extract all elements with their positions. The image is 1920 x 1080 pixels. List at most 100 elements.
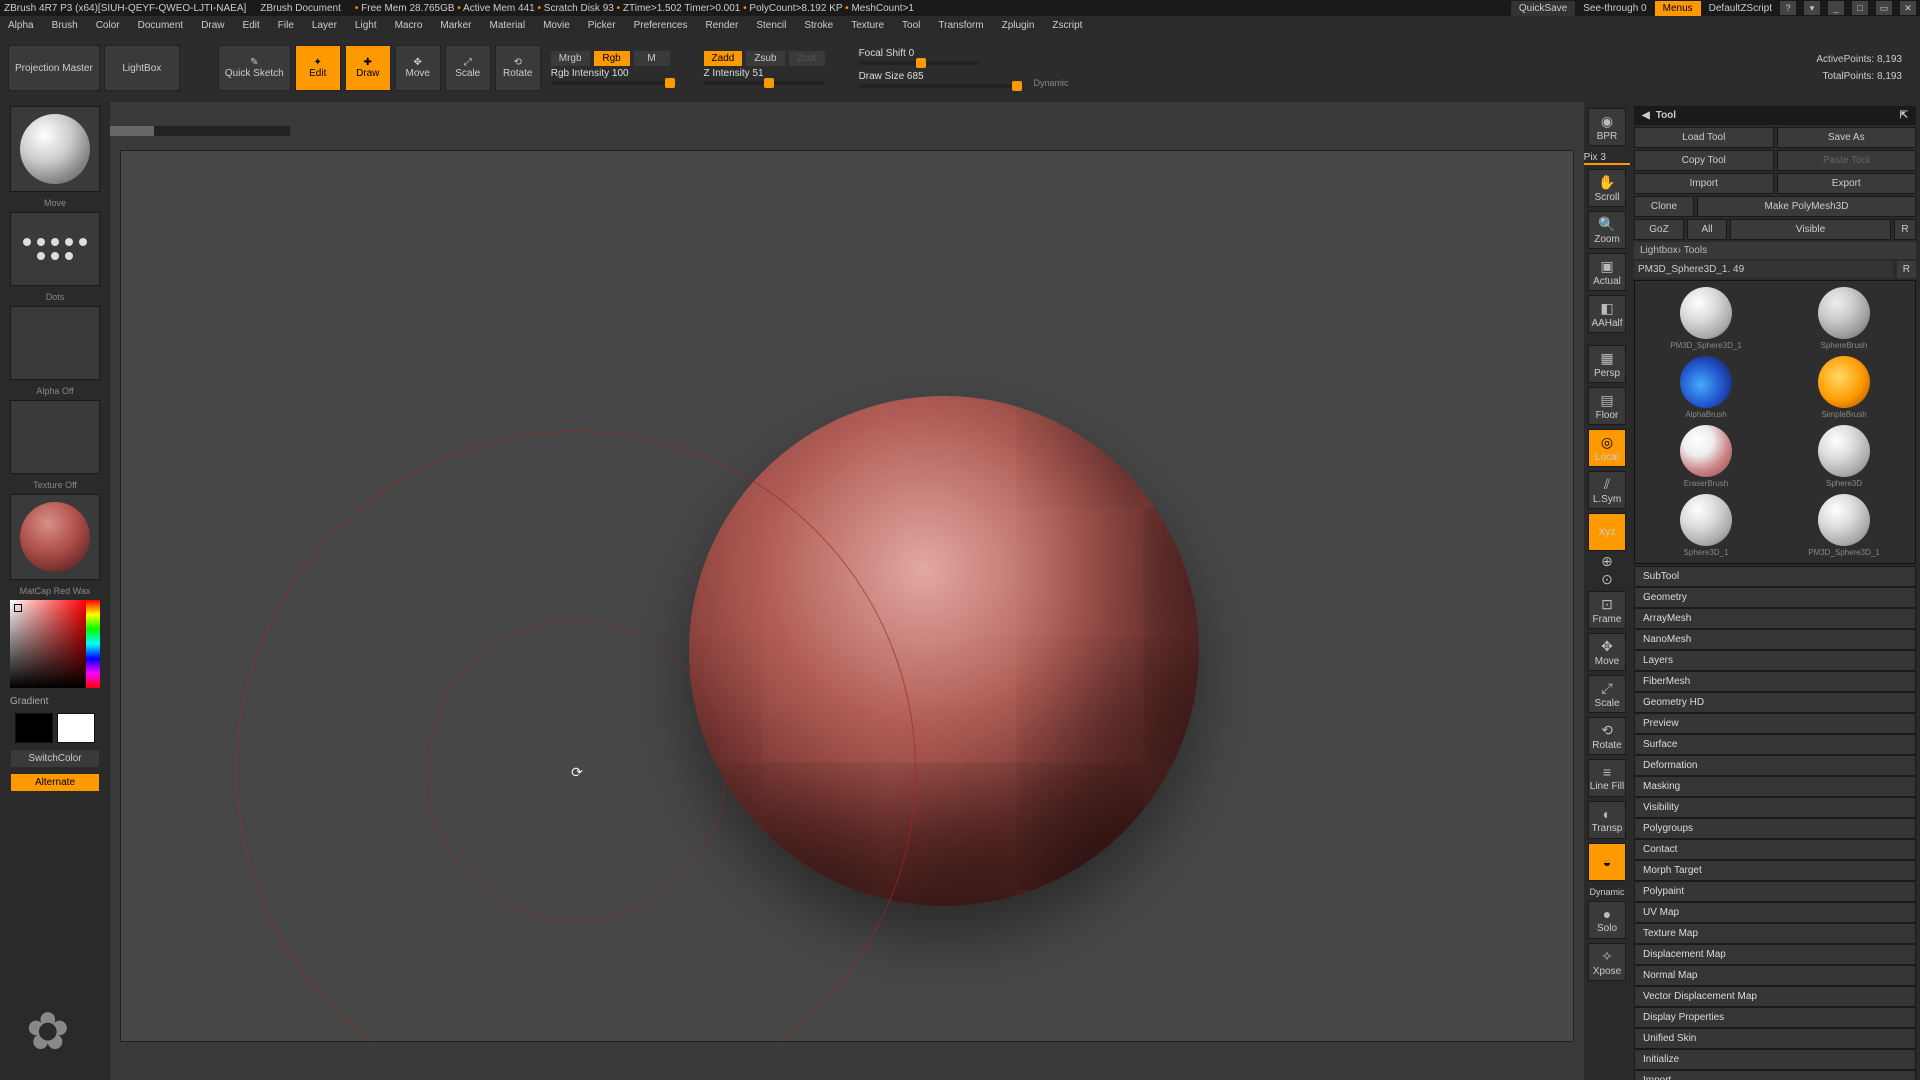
zoom-button[interactable]: 🔍Zoom	[1588, 211, 1626, 249]
menu-zplugin[interactable]: Zplugin	[1002, 20, 1035, 31]
goz-all-button[interactable]: All	[1687, 219, 1727, 240]
copy-tool-button[interactable]: Copy Tool	[1634, 150, 1774, 171]
zadd-toggle[interactable]: Zadd	[704, 51, 743, 66]
nav-move-button[interactable]: ✥Move	[1588, 633, 1626, 671]
section-initialize[interactable]: Initialize	[1634, 1049, 1916, 1070]
lightbox-tools-link[interactable]: Lightbox› Tools	[1634, 242, 1916, 259]
zsub-toggle[interactable]: Zsub	[746, 51, 784, 66]
menu-brush[interactable]: Brush	[52, 20, 78, 31]
ghost-button[interactable]: ◒	[1588, 843, 1626, 881]
focal-shift-slider[interactable]	[859, 61, 979, 65]
save-as-button[interactable]: Save As	[1777, 127, 1917, 148]
section-layers[interactable]: Layers	[1634, 650, 1916, 671]
section-normal-map[interactable]: Normal Map	[1634, 965, 1916, 986]
dock-icon[interactable]: ⇱	[1900, 110, 1908, 121]
section-geometry-hd[interactable]: Geometry HD	[1634, 692, 1916, 713]
local-button[interactable]: ◎Local	[1588, 429, 1626, 467]
back-arrow-icon[interactable]: ◀	[1642, 110, 1650, 121]
section-displacement-map[interactable]: Displacement Map	[1634, 944, 1916, 965]
scale-mode-button[interactable]: ⤢Scale	[445, 45, 491, 91]
draw-size-label[interactable]: Draw Size 685	[859, 71, 1019, 82]
section-polygroups[interactable]: Polygroups	[1634, 818, 1916, 839]
section-nanomesh[interactable]: NanoMesh	[1634, 629, 1916, 650]
menu-color[interactable]: Color	[96, 20, 120, 31]
menu-render[interactable]: Render	[706, 20, 739, 31]
export-button[interactable]: Export	[1777, 173, 1917, 194]
draw-mode-button[interactable]: ✚Draw	[345, 45, 391, 91]
menu-marker[interactable]: Marker	[440, 20, 471, 31]
goz-visible-button[interactable]: Visible	[1730, 219, 1891, 240]
sv-cursor[interactable]	[14, 604, 22, 612]
bpr-button[interactable]: ◉BPR	[1588, 108, 1626, 146]
menu-file[interactable]: File	[278, 20, 294, 31]
section-display-properties[interactable]: Display Properties	[1634, 1007, 1916, 1028]
document-viewport[interactable]	[120, 150, 1574, 1042]
material-selector[interactable]	[10, 494, 100, 580]
menu-zscript[interactable]: Zscript	[1052, 20, 1082, 31]
xyz-button[interactable]: Xyz	[1588, 513, 1626, 551]
menu-tool[interactable]: Tool	[902, 20, 920, 31]
section-texture-map[interactable]: Texture Map	[1634, 923, 1916, 944]
goz-r-button[interactable]: R	[1894, 219, 1916, 240]
color-picker[interactable]	[10, 600, 100, 688]
section-visibility[interactable]: Visibility	[1634, 797, 1916, 818]
linefill-button[interactable]: ≡Line Fill	[1588, 759, 1626, 797]
menu-macro[interactable]: Macro	[395, 20, 423, 31]
tool-item[interactable]: Sphere3D	[1779, 425, 1909, 488]
close-icon[interactable]: ✕	[1900, 1, 1916, 15]
aahalf-button[interactable]: ◧AAHalf	[1588, 295, 1626, 333]
xpose-button[interactable]: ✧Xpose	[1588, 943, 1626, 981]
section-morph-target[interactable]: Morph Target	[1634, 860, 1916, 881]
tool-item[interactable]: AlphaBrush	[1641, 356, 1771, 419]
section-polypaint[interactable]: Polypaint	[1634, 881, 1916, 902]
tool-item[interactable]: Sphere3D_1	[1641, 494, 1771, 557]
import-button[interactable]: Import	[1634, 173, 1774, 194]
menu-edit[interactable]: Edit	[243, 20, 260, 31]
section-fibermesh[interactable]: FiberMesh	[1634, 671, 1916, 692]
tool-panel-header[interactable]: ◀Tool⇱	[1634, 106, 1916, 125]
section-deformation[interactable]: Deformation	[1634, 755, 1916, 776]
min-icon[interactable]: _	[1828, 1, 1844, 15]
current-tool-name[interactable]: PM3D_Sphere3D_1. 49	[1634, 261, 1893, 278]
move-mode-button[interactable]: ✥Move	[395, 45, 441, 91]
secondary-color-swatch[interactable]	[15, 713, 53, 743]
menu-alpha[interactable]: Alpha	[8, 20, 34, 31]
mrgb-toggle[interactable]: Mrgb	[551, 51, 590, 66]
draw-size-slider[interactable]: Dynamic	[859, 84, 1019, 88]
brush-selector[interactable]	[10, 106, 100, 192]
persp-button[interactable]: ▦Persp	[1588, 345, 1626, 383]
lightbox-button[interactable]: LightBox	[104, 45, 180, 91]
section-uv-map[interactable]: UV Map	[1634, 902, 1916, 923]
restore-icon[interactable]: ▭	[1876, 1, 1892, 15]
quicksave-button[interactable]: QuickSave	[1511, 1, 1575, 16]
edit-mode-button[interactable]: ✦Edit	[295, 45, 341, 91]
doc-timeline-slider[interactable]	[110, 126, 290, 136]
main-color-swatch[interactable]	[57, 713, 95, 743]
section-preview[interactable]: Preview	[1634, 713, 1916, 734]
default-script[interactable]: DefaultZScript	[1709, 3, 1772, 14]
menu-stroke[interactable]: Stroke	[804, 20, 833, 31]
section-unified-skin[interactable]: Unified Skin	[1634, 1028, 1916, 1049]
projection-master-button[interactable]: Projection Master	[8, 45, 100, 91]
menu-document[interactable]: Document	[138, 20, 184, 31]
tool-r-button[interactable]: R	[1897, 261, 1916, 278]
menu-stencil[interactable]: Stencil	[756, 20, 786, 31]
menu-material[interactable]: Material	[490, 20, 526, 31]
transp-button[interactable]: ◐Transp	[1588, 801, 1626, 839]
dynamic-label-nav[interactable]: Dynamic	[1589, 887, 1624, 897]
section-contact[interactable]: Contact	[1634, 839, 1916, 860]
menu-layer[interactable]: Layer	[312, 20, 337, 31]
section-masking[interactable]: Masking	[1634, 776, 1916, 797]
tool-item[interactable]: SimpleBrush	[1779, 356, 1909, 419]
rgb-toggle[interactable]: Rgb	[594, 51, 630, 66]
misc-icon[interactable]: ⊕	[1588, 555, 1626, 569]
misc2-icon[interactable]: ⊙	[1588, 573, 1626, 587]
frame-button[interactable]: ⊡Frame	[1588, 591, 1626, 629]
section-geometry[interactable]: Geometry	[1634, 587, 1916, 608]
max-icon[interactable]: □	[1852, 1, 1868, 15]
z-intensity-slider[interactable]	[704, 81, 825, 85]
section-import[interactable]: Import	[1634, 1070, 1916, 1080]
switch-color-button[interactable]: SwitchColor	[11, 750, 99, 767]
menu-movie[interactable]: Movie	[543, 20, 570, 31]
help-icon[interactable]: ?	[1780, 1, 1796, 15]
